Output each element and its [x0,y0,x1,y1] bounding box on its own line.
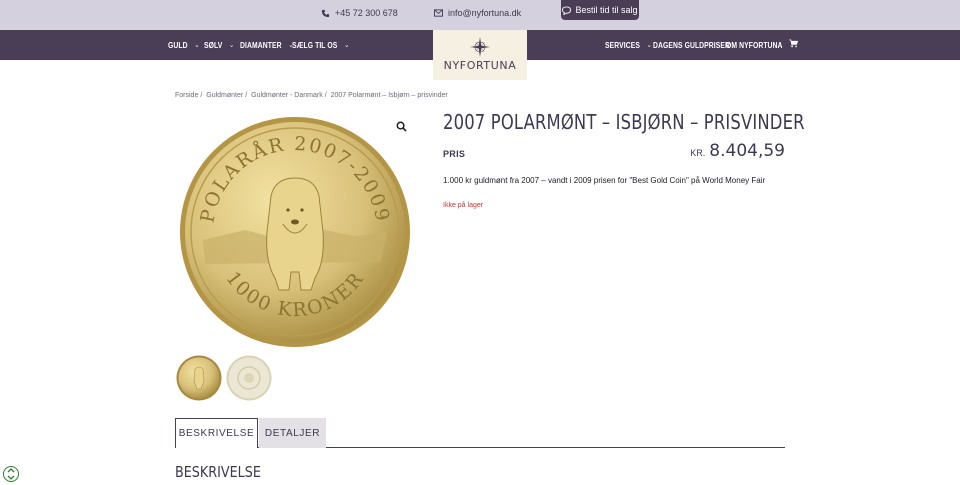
product-short-description: 1.000 kr guldmønt fra 2007 – vandt i 200… [443,176,766,185]
nav-item-saelg[interactable]: SÆLG TIL OS ⌄ [292,30,349,60]
breadcrumb-separator: / [324,92,327,99]
tab-detaljer[interactable]: DETALJER [259,418,326,448]
price-currency: KR. [690,148,706,158]
chevron-down-icon: ⌄ [229,42,235,49]
nav-item-guld[interactable]: GULD ⌄ [168,30,199,60]
chevron-down-icon: ⌄ [194,42,200,49]
product-tabs: BESKRIVELSE DETALJER [175,418,785,448]
breadcrumb-link-forside[interactable]: Forside [175,92,198,99]
nav-label: SERVICES [605,40,640,50]
chevron-down-icon: ⌄ [646,42,652,49]
tab-label: BESKRIVELSE [178,428,255,439]
phone-contact[interactable]: +45 72 300 678 [321,4,398,22]
tab-beskrivelse[interactable]: BESKRIVELSE [175,418,258,448]
zoom-icon[interactable] [396,121,407,132]
breadcrumb-link-guldmonter[interactable]: Guldmønter [206,92,243,99]
book-appointment-label: Bestil tid til salg [575,5,638,15]
breadcrumb-current: 2007 Polarmønt – Isbjørn – prisvinder [330,92,448,99]
nav-label: SØLV [204,40,223,50]
breadcrumb-separator: / [200,92,203,99]
cart-icon[interactable] [789,39,798,48]
phone-number: +45 72 300 678 [335,8,398,18]
envelope-icon [434,9,443,17]
email-contact[interactable]: info@nyfortuna.dk [434,4,521,22]
thumbnail-coin-front[interactable] [176,355,222,401]
breadcrumb-link-danmark[interactable]: Guldmønter - Danmark [251,92,323,99]
site-logo[interactable]: NYFORTUNA [433,30,527,80]
breadcrumb-separator: / [245,92,248,99]
price-amount: 8.404,59 [709,141,785,161]
product-image-coin[interactable]: POLARÅR 2007-2009 1000 KRONER [175,112,415,352]
phone-icon [321,9,330,17]
nav-item-services[interactable]: SERVICES ⌄ [605,30,652,60]
book-appointment-button[interactable]: Bestil tid til salg [561,0,639,20]
nav-item-guldpriser[interactable]: DAGENS GULDPRISER [653,30,730,60]
product-title: 2007 POLARMØNT – ISBJØRN – PRISVINDER [443,110,805,134]
chevron-down-icon: ⌄ [344,42,350,49]
recycle-badge-icon[interactable] [3,466,19,482]
top-bar: +45 72 300 678 info@nyfortuna.dk Bestil … [0,0,960,30]
tab-label: DETALJER [264,427,321,439]
nav-item-solv[interactable]: SØLV ⌄ [204,30,234,60]
description-heading: BESKRIVELSE [175,463,261,481]
nav-item-om[interactable]: OM NYFORTUNA ⌄ [726,30,794,60]
stock-status: Ikke på lager [443,202,484,209]
nav-label: OM NYFORTUNA [726,40,783,50]
compass-star-icon [470,37,490,57]
nav-label: DIAMANTER [240,40,282,50]
nav-label: GULD [168,40,188,50]
product-price: KR. 8.404,59 [690,141,785,161]
nav-item-diamanter[interactable]: DIAMANTER ⌄ [240,30,293,60]
price-label: PRIS [443,149,466,159]
breadcrumb: Forside / Guldmønter / Guldmønter - Danmar… [175,92,448,99]
chat-bubble-icon [562,5,572,15]
logo-text: NYFORTUNA [443,59,517,72]
email-address: info@nyfortuna.dk [448,8,522,18]
nav-label: SÆLG TIL OS [292,40,338,50]
thumbnail-coin-back[interactable] [226,355,272,401]
nav-label: DAGENS GULDPRISER [653,40,731,50]
